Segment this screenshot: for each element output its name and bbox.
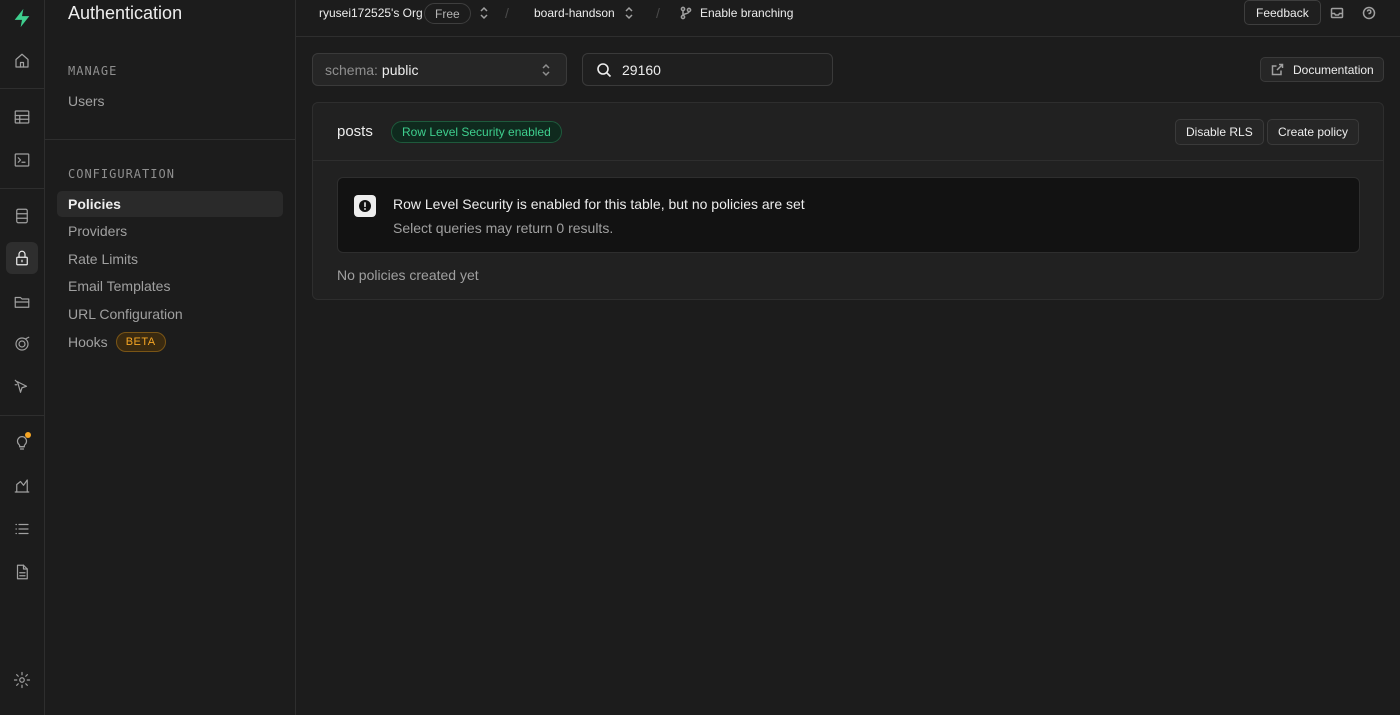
menu-item-users[interactable]: Users — [57, 88, 283, 114]
supabase-logo-icon[interactable] — [6, 2, 38, 34]
empty-policies-text: No policies created yet — [337, 267, 479, 283]
table-policy-card: posts Row Level Security enabled Disable… — [312, 102, 1384, 300]
logs-icon[interactable] — [6, 513, 38, 545]
menu-item-email-templates[interactable]: Email Templates — [57, 273, 283, 299]
documentation-button[interactable]: Documentation — [1260, 57, 1384, 82]
external-link-icon — [1271, 63, 1284, 76]
org-selector[interactable]: ryusei172525's Org — [319, 6, 423, 20]
auth-menu: Authentication MANAGE Users CONFIGURATIO… — [45, 0, 296, 715]
menu-heading-manage: MANAGE — [68, 64, 118, 78]
create-policy-button[interactable]: Create policy — [1267, 119, 1360, 145]
top-header: ryusei172525's Org Free / board-handson … — [296, 0, 1400, 37]
plan-badge: Free — [424, 3, 471, 24]
search-policies[interactable] — [582, 53, 833, 86]
breadcrumb-separator: / — [656, 5, 660, 21]
realtime-icon[interactable] — [6, 328, 38, 360]
reports-icon[interactable] — [6, 470, 38, 502]
menu-item-url-configuration[interactable]: URL Configuration — [57, 301, 283, 327]
menu-item-hooks[interactable]: Hooks BETA — [57, 329, 283, 355]
org-switcher-chevron-icon[interactable] — [478, 6, 490, 20]
icon-rail — [0, 0, 45, 715]
alert-title: Row Level Security is enabled for this t… — [393, 196, 805, 212]
menu-heading-configuration: CONFIGURATION — [68, 167, 175, 181]
project-selector[interactable]: board-handson — [534, 6, 615, 20]
menu-item-hooks-label: Hooks — [68, 334, 108, 350]
schema-select[interactable]: schema: public — [312, 53, 567, 86]
schema-select-value: public — [381, 61, 419, 78]
schema-select-label: schema: — [325, 61, 378, 78]
menu-item-policies[interactable]: Policies — [57, 191, 283, 217]
beta-badge: BETA — [115, 332, 166, 352]
chevron-up-down-icon — [540, 63, 552, 80]
search-input[interactable] — [622, 60, 822, 80]
api-docs-icon[interactable] — [6, 556, 38, 588]
alert-description: Select queries may return 0 results. — [393, 220, 614, 236]
menu-item-providers[interactable]: Providers — [57, 218, 283, 244]
edge-functions-icon[interactable] — [6, 371, 38, 403]
home-icon[interactable] — [6, 45, 38, 77]
menu-item-rate-limits[interactable]: Rate Limits — [57, 246, 283, 272]
menu-title: Authentication — [68, 3, 183, 23]
table-card-header: posts Row Level Security enabled Disable… — [313, 103, 1383, 161]
database-icon[interactable] — [6, 200, 38, 232]
settings-icon[interactable] — [6, 664, 38, 696]
help-icon[interactable] — [1362, 6, 1376, 20]
authentication-icon[interactable] — [6, 242, 38, 274]
rls-enabled-badge: Row Level Security enabled — [391, 121, 562, 143]
notification-dot — [25, 432, 31, 438]
rls-warning-alert: Row Level Security is enabled for this t… — [337, 177, 1360, 253]
enable-branching-button[interactable]: Enable branching — [700, 6, 793, 20]
git-branch-icon — [679, 6, 693, 20]
documentation-label: Documentation — [1293, 62, 1374, 77]
table-name: posts — [337, 123, 373, 140]
table-editor-icon[interactable] — [6, 101, 38, 133]
project-switcher-chevron-icon[interactable] — [623, 6, 635, 20]
sql-editor-icon[interactable] — [6, 144, 38, 176]
disable-rls-button[interactable]: Disable RLS — [1175, 119, 1264, 145]
search-icon — [596, 62, 612, 81]
breadcrumb-separator: / — [505, 5, 509, 21]
inbox-icon[interactable] — [1330, 6, 1344, 20]
alert-icon — [354, 195, 376, 217]
storage-icon[interactable] — [6, 286, 38, 318]
feedback-button[interactable]: Feedback — [1244, 0, 1321, 25]
advisors-icon[interactable] — [6, 427, 38, 459]
